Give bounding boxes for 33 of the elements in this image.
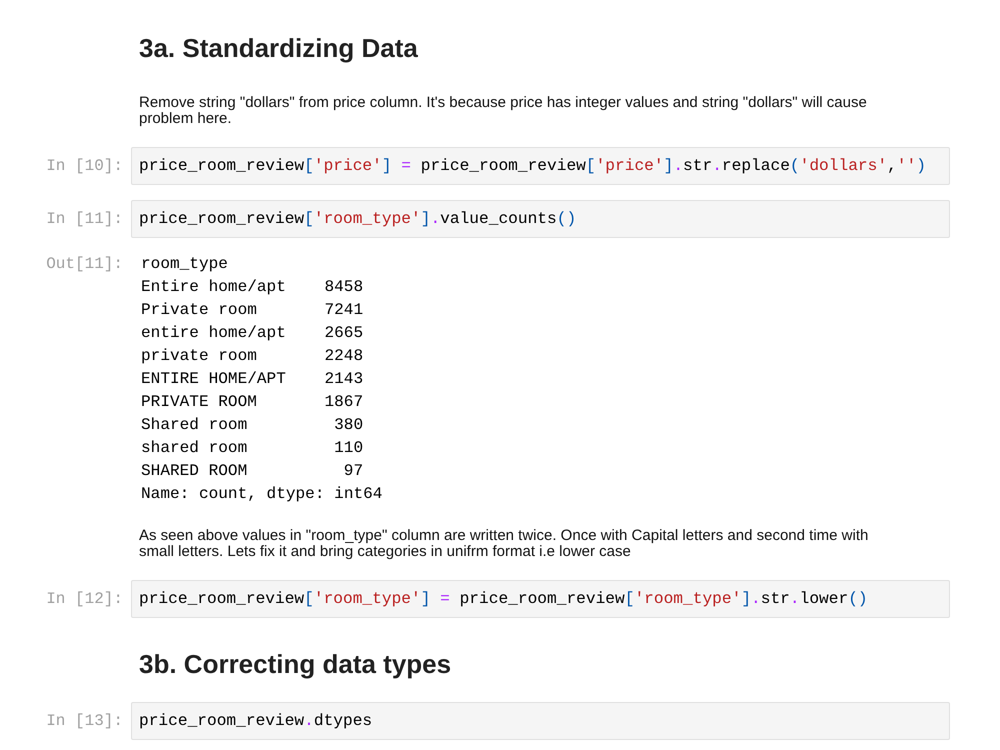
code-cell-editor[interactable]: price_room_review['room_type'].value_counts(): [131, 200, 950, 238]
code-cell-editor[interactable]: price_room_review.dtypes: [131, 702, 950, 740]
series-value: 1867: [324, 392, 364, 413]
series-index-label: ENTIRE HOME/APT: [141, 369, 286, 390]
series-value: 7241: [324, 300, 364, 321]
series-value: 8458: [324, 277, 364, 298]
code-cell-editor[interactable]: price_room_review['price'] = price_room_review['price'].str.replace('dollars',''): [131, 147, 950, 185]
series-index-label: Entire home/apt: [141, 277, 286, 298]
section-heading: 3b. Correcting data types: [138, 648, 452, 680]
series-value: 110: [334, 438, 364, 459]
series-index-label: entire home/apt: [141, 323, 286, 344]
paragraph: Remove string "dollars" from price column. It's because price has integer values and string "dollars" will cause problem here.: [138, 95, 868, 127]
index-name: room_type: [141, 254, 228, 275]
input-prompt: In [10]:: [46, 156, 123, 176]
paragraph: As seen above values in "room_type" column are written twice. Once with Capital letters and second time with small letters. Lets fix it and bring categories in unifrm format i.e lower case: [138, 528, 870, 560]
series-index-label: SHARED ROOM: [141, 461, 248, 482]
input-prompt: In [13]:: [46, 711, 123, 731]
series-value: 97: [344, 461, 364, 482]
code-cell-editor[interactable]: price_room_review['room_type'] = price_room_review['room_type'].str.lower(): [131, 580, 950, 618]
series-value: 2665: [324, 323, 364, 344]
series-index-label: Private room: [141, 300, 257, 321]
output-prompt: Out[11]:: [46, 254, 123, 275]
series-index-label: shared room: [141, 438, 248, 459]
input-prompt: In [11]:: [46, 209, 123, 229]
series-value: 380: [334, 415, 364, 436]
series-value: 2248: [324, 346, 364, 367]
series-index-label: Shared room: [141, 415, 248, 436]
series-value: 2143: [324, 369, 364, 390]
series-info: Name: count, dtype: int64: [141, 484, 382, 505]
series-index-label: PRIVATE ROOM: [141, 392, 257, 413]
section-heading: 3a. Standardizing Data: [138, 32, 419, 64]
input-prompt: In [12]:: [46, 589, 123, 609]
series-index-label: private room: [141, 346, 257, 367]
